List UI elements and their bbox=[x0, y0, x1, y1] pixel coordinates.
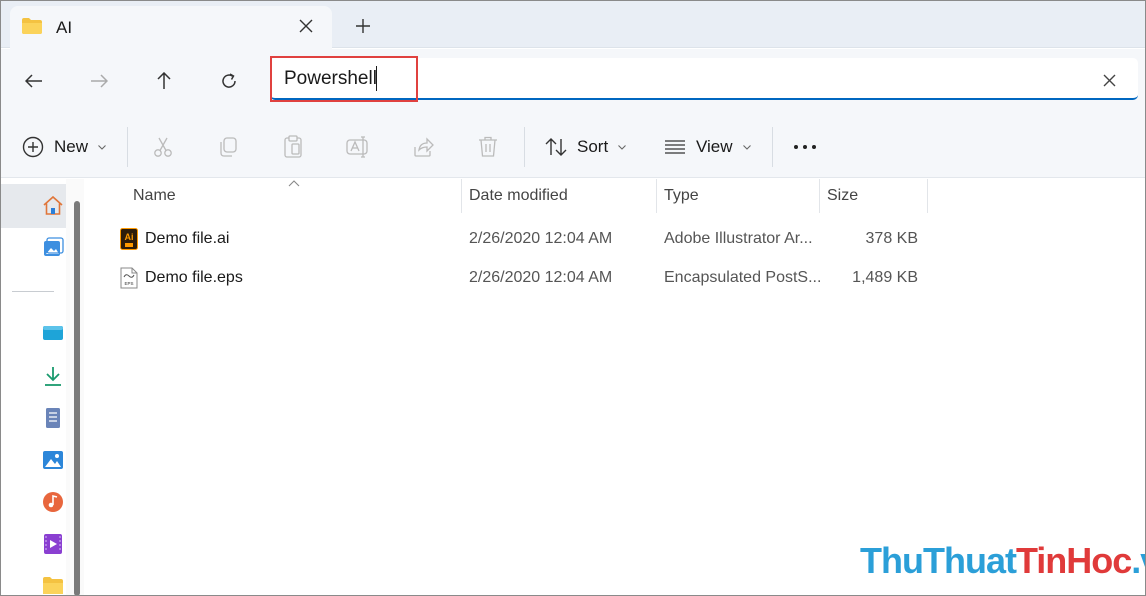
new-label: New bbox=[54, 137, 89, 156]
address-input[interactable] bbox=[284, 67, 1064, 91]
arrow-up-icon bbox=[157, 72, 171, 89]
watermark-part-2: TinHoc bbox=[1015, 540, 1132, 581]
file-date: 2/26/2020 12:04 AM bbox=[469, 269, 613, 286]
share-button[interactable] bbox=[406, 130, 440, 164]
illustrator-file-icon: Ai bbox=[120, 228, 138, 250]
clipboard-icon bbox=[284, 135, 302, 158]
cut-button[interactable] bbox=[146, 130, 180, 164]
more-icon bbox=[794, 145, 816, 149]
forward-button[interactable] bbox=[83, 66, 115, 96]
sort-button[interactable]: Sort bbox=[545, 130, 627, 164]
sort-icon bbox=[545, 138, 567, 156]
toolbar-separator bbox=[524, 127, 525, 167]
file-type: Encapsulated PostS... bbox=[664, 269, 822, 286]
close-icon bbox=[299, 19, 313, 33]
column-divider[interactable] bbox=[819, 179, 820, 213]
file-name: Demo file.ai bbox=[145, 230, 230, 247]
plus-circle-icon bbox=[22, 136, 44, 158]
illustrator-icon-label: Ai bbox=[125, 232, 134, 242]
file-type: Adobe Illustrator Ar... bbox=[664, 230, 813, 247]
file-name: Demo file.eps bbox=[145, 269, 243, 286]
text-caret bbox=[376, 66, 377, 91]
new-tab-button[interactable] bbox=[350, 13, 376, 39]
watermark-part-1: ThuThuat bbox=[860, 540, 1017, 581]
folder-icon bbox=[22, 18, 42, 34]
column-divider[interactable] bbox=[461, 179, 462, 213]
tab-ai[interactable]: AI bbox=[10, 6, 332, 49]
tab-close-button[interactable] bbox=[293, 13, 319, 39]
sidebar-scroll-thumb[interactable] bbox=[74, 201, 80, 596]
folder-icon[interactable] bbox=[42, 575, 64, 596]
column-header-size[interactable]: Size bbox=[827, 179, 927, 213]
column-name-label: Name bbox=[133, 187, 176, 204]
chevron-down-icon bbox=[618, 144, 627, 150]
file-row[interactable]: Ai Demo file.ai 2/26/2020 12:04 AM Adobe… bbox=[110, 221, 1140, 257]
command-bar: New Sort View bbox=[0, 113, 1146, 178]
sort-label: Sort bbox=[577, 137, 609, 156]
scissors-icon bbox=[154, 137, 172, 157]
eps-icon-label: EPS bbox=[124, 281, 133, 286]
sidebar-divider bbox=[12, 291, 54, 292]
arrow-right-icon bbox=[91, 74, 108, 88]
column-type-label: Type bbox=[664, 187, 699, 204]
file-list: Name Date modified Type Size Ai Demo fil… bbox=[90, 179, 1140, 596]
watermark-part-3: .vn bbox=[1131, 540, 1146, 581]
share-icon bbox=[414, 137, 434, 157]
address-bar[interactable] bbox=[270, 56, 1138, 102]
column-header-type[interactable]: Type bbox=[664, 179, 819, 213]
copy-icon bbox=[220, 137, 237, 157]
documents-icon[interactable] bbox=[42, 407, 64, 429]
new-button[interactable]: New bbox=[22, 130, 106, 164]
column-divider[interactable] bbox=[656, 179, 657, 213]
home-icon bbox=[43, 195, 63, 215]
toolbar-separator bbox=[772, 127, 773, 167]
up-button[interactable] bbox=[148, 66, 180, 96]
more-options-button[interactable] bbox=[788, 130, 822, 164]
file-size: 378 KB bbox=[865, 230, 918, 247]
arrow-left-icon bbox=[25, 74, 42, 88]
toolbar-separator bbox=[127, 127, 128, 167]
watermark: ThuThuatTinHoc.vn bbox=[860, 540, 1146, 582]
clear-address-button[interactable] bbox=[1096, 67, 1122, 93]
rename-icon bbox=[346, 136, 368, 158]
file-date: 2/26/2020 12:04 AM bbox=[469, 230, 613, 247]
file-row[interactable]: EPS Demo file.eps 2/26/2020 12:04 AM Enc… bbox=[110, 260, 1140, 296]
column-date-label: Date modified bbox=[469, 187, 568, 204]
pictures-icon[interactable] bbox=[42, 449, 64, 471]
trash-icon bbox=[479, 136, 497, 157]
close-icon bbox=[1103, 74, 1115, 86]
videos-icon[interactable] bbox=[42, 533, 64, 555]
copy-button[interactable] bbox=[211, 130, 245, 164]
tab-strip: AI bbox=[0, 0, 1146, 49]
column-header-name[interactable]: Name bbox=[133, 179, 461, 213]
paste-button[interactable] bbox=[276, 130, 310, 164]
view-list-icon bbox=[665, 140, 685, 154]
plus-icon bbox=[356, 19, 370, 33]
delete-button[interactable] bbox=[471, 130, 505, 164]
back-button[interactable] bbox=[18, 66, 50, 96]
desktop-icon[interactable] bbox=[42, 322, 64, 344]
column-header-date[interactable]: Date modified bbox=[469, 179, 655, 213]
eps-file-icon: EPS bbox=[120, 267, 138, 289]
refresh-icon bbox=[222, 73, 236, 88]
navigation-pane bbox=[0, 179, 84, 596]
rename-button[interactable] bbox=[341, 130, 375, 164]
gallery-icon[interactable] bbox=[42, 237, 64, 259]
view-button[interactable]: View bbox=[664, 130, 751, 164]
refresh-button[interactable] bbox=[213, 66, 245, 96]
chevron-down-icon bbox=[742, 144, 751, 150]
music-icon[interactable] bbox=[42, 491, 64, 513]
tab-title: AI bbox=[56, 18, 73, 37]
column-size-label: Size bbox=[827, 187, 859, 204]
navigation-bar bbox=[0, 49, 1146, 113]
view-label: View bbox=[696, 137, 733, 156]
chevron-down-icon bbox=[98, 144, 106, 150]
column-divider[interactable] bbox=[927, 179, 928, 213]
file-size: 1,489 KB bbox=[852, 269, 918, 286]
downloads-icon[interactable] bbox=[42, 365, 64, 387]
